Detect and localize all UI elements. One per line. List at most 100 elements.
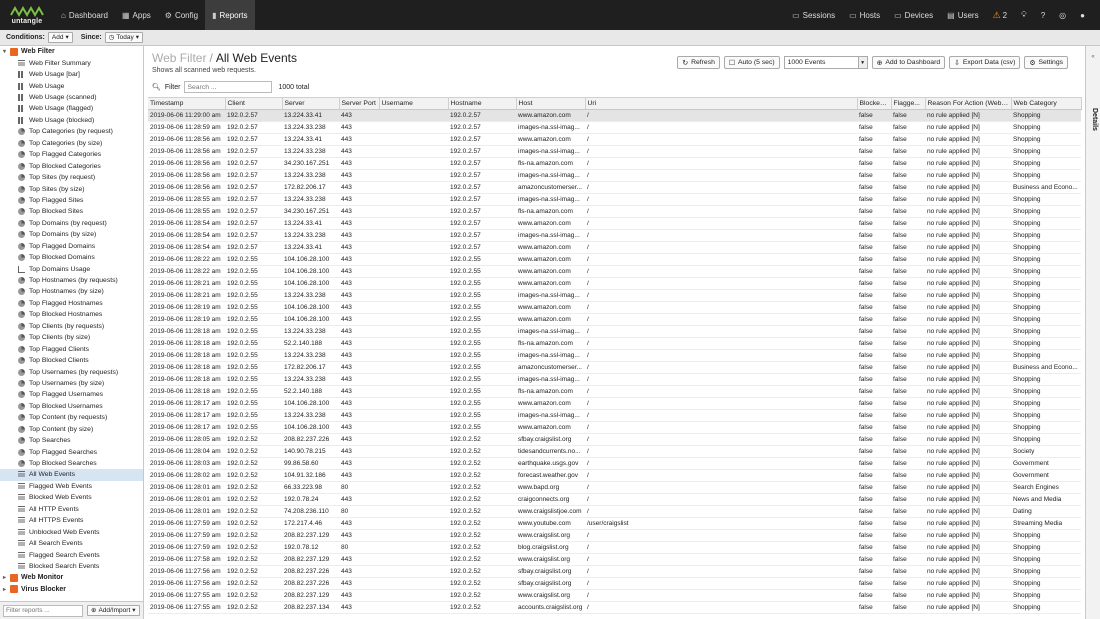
nav-dashboard[interactable]: ⌂ Dashboard	[54, 0, 115, 30]
table-row[interactable]: 2019-06-06 11:28:01 am 192.0.2.52 66.33.22…	[148, 481, 1081, 494]
table-row[interactable]: 2019-06-06 11:28:17 am 192.0.2.55 104.106.…	[148, 397, 1081, 410]
report-item[interactable]: Top Flagged Hostnames	[0, 298, 143, 309]
table-row[interactable]: 2019-06-06 11:28:59 am 192.0.2.57 13.224.3…	[148, 121, 1081, 134]
report-item[interactable]: Top Usernames (by requests)	[0, 366, 143, 377]
table-row[interactable]: 2019-06-06 11:28:22 am 192.0.2.55 104.106.…	[148, 265, 1081, 278]
report-item[interactable]: Top Blocked Categories	[0, 160, 143, 171]
report-item[interactable]: Web Filter Summary	[0, 58, 143, 69]
table-row[interactable]: 2019-06-06 11:27:55 am 192.0.2.52 208.82.2…	[148, 589, 1081, 602]
table-row[interactable]: 2019-06-06 11:28:03 am 192.0.2.52 99.86.58…	[148, 457, 1081, 470]
table-row[interactable]: 2019-06-06 11:28:22 am 192.0.2.55 104.106.…	[148, 253, 1081, 266]
report-item[interactable]: Top Flagged Domains	[0, 241, 143, 252]
report-item[interactable]: Top Flagged Searches	[0, 446, 143, 457]
nav-hosts[interactable]: ▭ Hosts	[842, 0, 887, 30]
table-row[interactable]: 2019-06-06 11:28:01 am 192.0.2.52 74.208.2…	[148, 505, 1081, 518]
table-row[interactable]: 2019-06-06 11:27:56 am 192.0.2.52 208.82.2…	[148, 577, 1081, 590]
table-row[interactable]: 2019-06-06 11:28:04 am 192.0.2.52 140.90.7…	[148, 445, 1081, 458]
add-condition-button[interactable]: Add ▾	[47, 32, 73, 43]
table-row[interactable]: 2019-06-06 11:28:18 am 192.0.2.55 13.224.3…	[148, 349, 1081, 362]
account-button[interactable]: ●	[1073, 0, 1092, 30]
add-import-button[interactable]: ⊕ Add/Import ▾	[87, 605, 140, 616]
column-header[interactable]: Web Category	[1011, 97, 1082, 110]
report-item[interactable]: Top Categories (by size)	[0, 138, 143, 149]
report-item[interactable]: Flagged Web Events	[0, 481, 143, 492]
nav-apps[interactable]: ▦ Apps	[115, 0, 158, 30]
table-row[interactable]: 2019-06-06 11:28:56 am 192.0.2.57 13.224.3…	[148, 133, 1081, 146]
table-row[interactable]: 2019-06-06 11:27:59 am 192.0.2.52 208.82.2…	[148, 529, 1081, 542]
table-row[interactable]: 2019-06-06 11:27:56 am 192.0.2.52 208.82.2…	[148, 565, 1081, 578]
nav-sessions[interactable]: ▭ Sessions	[785, 0, 842, 30]
settings-button[interactable]: ⚙ Settings	[1024, 56, 1068, 69]
report-item[interactable]: Web Usage	[0, 80, 143, 91]
report-item[interactable]: Web Usage (scanned)	[0, 92, 143, 103]
export-csv-button[interactable]: ⇩ Export Data (csv)	[949, 56, 1021, 69]
support-button[interactable]: ◎	[1052, 0, 1073, 30]
report-item[interactable]: Top Flagged Categories	[0, 149, 143, 160]
table-row[interactable]: 2019-06-06 11:28:55 am 192.0.2.57 13.224.3…	[148, 193, 1081, 206]
breadcrumb-web-filter[interactable]: Web Filter	[152, 51, 206, 65]
table-row[interactable]: 2019-06-06 11:28:54 am 192.0.2.57 13.224.3…	[148, 229, 1081, 242]
report-item[interactable]: Unblocked Web Events	[0, 526, 143, 537]
column-header[interactable]: Flagge...	[891, 97, 926, 110]
report-item[interactable]: Web Usage (blocked)	[0, 115, 143, 126]
table-row[interactable]: 2019-06-06 11:28:17 am 192.0.2.55 13.224.3…	[148, 409, 1081, 422]
table-row[interactable]: 2019-06-06 11:28:18 am 192.0.2.55 13.224.3…	[148, 325, 1081, 338]
report-item[interactable]: Top Domains (by request)	[0, 218, 143, 229]
table-row[interactable]: 2019-06-06 11:28:05 am 192.0.2.52 208.82.2…	[148, 433, 1081, 446]
since-date-button[interactable]: ◷ Today ▾	[104, 32, 144, 43]
table-row[interactable]: 2019-06-06 11:28:17 am 192.0.2.55 104.106.…	[148, 421, 1081, 434]
report-item[interactable]: All Search Events	[0, 538, 143, 549]
nav-config[interactable]: ⚙ Config	[158, 0, 205, 30]
grid-search-input[interactable]	[184, 81, 273, 93]
report-item[interactable]: Top Sites (by size)	[0, 183, 143, 194]
tree-category[interactable]: ▸ Virus Blocker	[0, 584, 143, 596]
nav-users[interactable]: ▤ Users	[940, 0, 985, 30]
add-to-dashboard-button[interactable]: ⊕ Add to Dashboard	[871, 56, 946, 69]
table-row[interactable]: 2019-06-06 11:29:00 am 192.0.2.57 13.224.3…	[148, 109, 1081, 122]
column-header[interactable]: Server Port	[339, 97, 380, 110]
table-row[interactable]: 2019-06-06 11:28:56 am 192.0.2.57 13.224.3…	[148, 145, 1081, 158]
tips-button[interactable]: 💡︎	[1014, 0, 1034, 30]
collapsed-arrow-icon[interactable]: ▸	[3, 574, 10, 581]
report-item[interactable]: Top Clients (by requests)	[0, 321, 143, 332]
column-header[interactable]: Client	[225, 97, 283, 110]
report-item[interactable]: Top Clients (by size)	[0, 332, 143, 343]
column-header[interactable]: Hostname	[448, 97, 517, 110]
column-header[interactable]: Uri	[585, 97, 858, 110]
report-item[interactable]: Top Hostnames (by requests)	[0, 275, 143, 286]
table-row[interactable]: 2019-06-06 11:28:18 am 192.0.2.55 52.2.140…	[148, 337, 1081, 350]
report-item[interactable]: Top Domains (by size)	[0, 229, 143, 240]
table-row[interactable]: 2019-06-06 11:27:55 am 192.0.2.52 208.82.2…	[148, 601, 1081, 614]
report-item[interactable]: Top Blocked Clients	[0, 355, 143, 366]
table-row[interactable]: 2019-06-06 11:28:02 am 192.0.2.52 104.91.3…	[148, 469, 1081, 482]
report-item[interactable]: Top Blocked Sites	[0, 206, 143, 217]
report-item[interactable]: All HTTP Events	[0, 504, 143, 515]
report-item[interactable]: Top Flagged Sites	[0, 195, 143, 206]
report-item[interactable]: Blocked Search Events	[0, 561, 143, 572]
report-item[interactable]: Top Domains Usage	[0, 263, 143, 274]
column-header[interactable]: Host	[516, 97, 586, 110]
report-item[interactable]: Web Usage [bar]	[0, 69, 143, 80]
report-item[interactable]: All Web Events	[0, 469, 143, 481]
table-row[interactable]: 2019-06-06 11:28:56 am 192.0.2.57 13.224.3…	[148, 169, 1081, 182]
report-item[interactable]: Top Content (by size)	[0, 424, 143, 435]
report-item[interactable]: Top Blocked Hostnames	[0, 309, 143, 320]
column-header[interactable]: Username	[379, 97, 449, 110]
table-row[interactable]: 2019-06-06 11:28:21 am 192.0.2.55 13.224.3…	[148, 289, 1081, 302]
nav-reports[interactable]: ▮ Reports	[205, 0, 255, 30]
events-limit-select[interactable]: 1000 Events ▼	[783, 56, 868, 69]
table-row[interactable]: 2019-06-06 11:28:18 am 192.0.2.55 52.2.140…	[148, 385, 1081, 398]
details-panel-toggle[interactable]: « Details	[1085, 46, 1100, 619]
table-row[interactable]: 2019-06-06 11:27:58 am 192.0.2.52 208.82.2…	[148, 553, 1081, 566]
column-header[interactable]: Reason For Action (Web F...	[925, 97, 1012, 110]
report-item[interactable]: Flagged Search Events	[0, 549, 143, 560]
table-row[interactable]: 2019-06-06 11:28:54 am 192.0.2.57 13.224.3…	[148, 217, 1081, 230]
expanded-arrow-icon[interactable]: ▾	[3, 48, 10, 55]
report-item[interactable]: Top Blocked Domains	[0, 252, 143, 263]
nav-devices[interactable]: ▭ Devices	[887, 0, 940, 30]
table-row[interactable]: 2019-06-06 11:28:01 am 192.0.2.52 192.0.78…	[148, 493, 1081, 506]
alerts-button[interactable]: ⚠ 2	[986, 0, 1015, 30]
table-row[interactable]: 2019-06-06 11:27:59 am 192.0.2.52 192.0.78…	[148, 541, 1081, 554]
report-item[interactable]: Top Usernames (by size)	[0, 378, 143, 389]
table-row[interactable]: 2019-06-06 11:27:59 am 192.0.2.52 172.217.…	[148, 517, 1081, 530]
